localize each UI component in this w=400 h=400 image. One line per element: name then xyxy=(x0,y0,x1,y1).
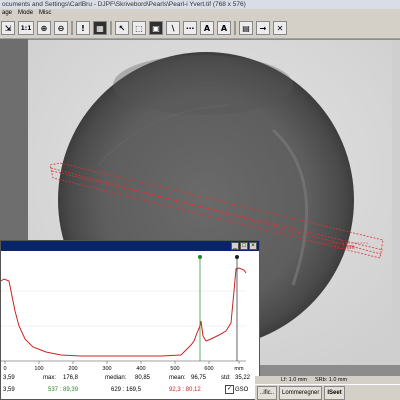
arrow-icon[interactable]: ↖ xyxy=(115,21,129,35)
cursor-2-readout: 629 : 169,5 xyxy=(111,387,142,393)
taskbar: ..ific.. Lommeregner ISeet xyxy=(255,384,400,400)
stat-std-value: 35,22 xyxy=(235,375,251,381)
cursor-diff-readout: 92,3 : 80,12 xyxy=(169,387,201,393)
x-tick-label: mm xyxy=(234,366,244,371)
profile-titlebar: _ □ × xyxy=(1,241,259,251)
stat-mean-value: 96,75 xyxy=(191,375,207,381)
text-box-icon[interactable]: A xyxy=(217,21,231,35)
close-button[interactable]: × xyxy=(249,242,257,250)
image-icon[interactable]: ▦ xyxy=(93,21,107,35)
profile-plot: 0 100 200 300 400 500 600 mm xyxy=(1,251,259,371)
stat-max-label: max: xyxy=(43,375,57,381)
menu-item-mode[interactable]: Mode xyxy=(18,9,33,18)
vertical-scrollbar[interactable] xyxy=(392,40,400,365)
menu-item-misc[interactable]: Misc xyxy=(39,9,51,18)
marker-icon[interactable]: ! xyxy=(76,21,90,35)
stat-std-label: std: xyxy=(221,375,231,381)
photo-icon[interactable]: ▣ xyxy=(149,21,163,35)
x-tick-label: 600 xyxy=(204,366,213,371)
stat-left-row2: 3,59 xyxy=(3,387,15,393)
stat-max-value: 176,8 xyxy=(63,375,79,381)
taskbar-item-iseet[interactable]: ISeet xyxy=(324,385,345,400)
toolbar-separator xyxy=(234,21,236,35)
gso-checkbox[interactable]: ✓ xyxy=(225,385,234,394)
menu-item-page[interactable]: age xyxy=(2,9,12,18)
x-tick-label: 300 xyxy=(102,366,111,371)
measurement-label: 92.3mm xyxy=(333,245,355,251)
stat-mean-label: mean: xyxy=(169,375,186,381)
x-tick-label: 0 xyxy=(3,366,6,371)
x-tick-label: 200 xyxy=(68,366,77,371)
stat-left: 3,59 xyxy=(3,375,15,381)
profile-stats: 3,59 max: 176,8 median: 80,85 mean: 96,7… xyxy=(1,373,259,399)
profile-window: _ □ × 0 100 200 300 400 500 600 mm 3,59 max: 17… xyxy=(0,240,260,400)
cursor-1-readout: 537 : 89,39 xyxy=(48,387,79,393)
window-title: ocuments and Settings\CarlBru - DJPF\Skr… xyxy=(0,0,400,9)
line-profile-icon[interactable]: ∖ xyxy=(166,21,180,35)
toolbar: ⇲ 1:1 ⊕ ⊖ ! ▦ ↖ ⬚ ▣ ∖ ⋯ A A ▤ → ✕ xyxy=(0,18,400,39)
fit-icon[interactable]: ⇲ xyxy=(1,21,15,35)
gso-label: GSO xyxy=(235,387,249,393)
menu-bar: age Mode Misc xyxy=(0,9,400,18)
toolbar-separator xyxy=(71,21,73,35)
stat-median-value: 80,85 xyxy=(135,375,151,381)
maximize-button[interactable]: □ xyxy=(240,242,248,250)
status-bar: Lf: 1.0 mm SRb: 1.0 mm xyxy=(255,376,400,384)
grid-icon[interactable]: ▤ xyxy=(239,21,253,35)
text-icon[interactable]: A xyxy=(200,21,214,35)
stat-median-label: median: xyxy=(105,375,127,381)
close-icon[interactable]: ✕ xyxy=(273,21,287,35)
zoom-in-icon[interactable]: ⊕ xyxy=(37,21,51,35)
toolbar-separator xyxy=(110,21,112,35)
actual-size-button[interactable]: 1:1 xyxy=(18,21,34,35)
taskbar-item-lommeregner[interactable]: Lommeregner xyxy=(279,385,323,400)
export-icon[interactable]: → xyxy=(256,21,270,35)
x-tick-label: 500 xyxy=(170,366,179,371)
status-right: SRb: 1.0 mm xyxy=(314,377,348,383)
status-left: Lf: 1.0 mm xyxy=(281,377,307,383)
x-tick-label: 100 xyxy=(34,366,43,371)
x-tick-label: 400 xyxy=(136,366,145,371)
minimize-button[interactable]: _ xyxy=(231,242,239,250)
region-icon[interactable]: ⬚ xyxy=(132,21,146,35)
taskbar-item-1[interactable]: ..ific.. xyxy=(257,385,278,400)
distance-icon[interactable]: ⋯ xyxy=(183,21,197,35)
zoom-out-icon[interactable]: ⊖ xyxy=(54,21,68,35)
